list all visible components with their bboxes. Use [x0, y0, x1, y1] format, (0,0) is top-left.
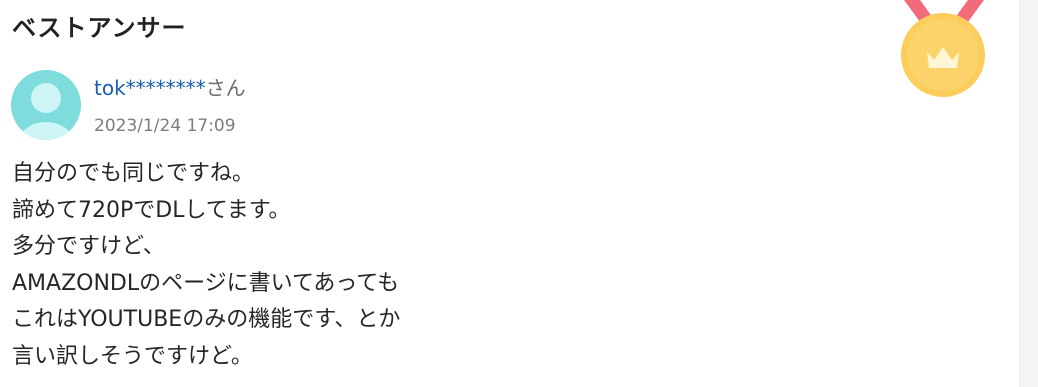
answer-line: AMAZONDLのページに書いてあっても — [12, 270, 400, 296]
user-avatar[interactable] — [11, 70, 81, 140]
answerer-info: tok********さん — [94, 74, 246, 102]
scrollbar-track[interactable] — [1019, 0, 1038, 387]
answerer-honorific: さん — [205, 76, 246, 100]
answer-line: これはYOUTUBEのみの機能です、とか — [12, 307, 401, 333]
best-answer-heading: ベストアンサー — [12, 14, 187, 42]
answer-line: 自分のでも同じですね。 — [12, 161, 255, 186]
crown-medal-icon — [901, 0, 985, 97]
answer-text: 自分のでも同じですね。 諦めて720PでDLしてます。 多分ですけど、 AMAZ… — [12, 156, 400, 376]
answerer-name-link[interactable]: tok******** — [94, 76, 206, 100]
answer-line: 多分ですけど、 — [12, 234, 165, 260]
best-answer-panel: ベストアンサー tok********さん 2023/1/24 17:09 自分… — [0, 0, 1038, 387]
answer-line: 諦めて720PでDLしてます。 — [12, 197, 291, 223]
answer-timestamp: 2023/1/24 17:09 — [94, 116, 236, 136]
answer-line: 言い訳しそうですけど。 — [12, 343, 253, 369]
